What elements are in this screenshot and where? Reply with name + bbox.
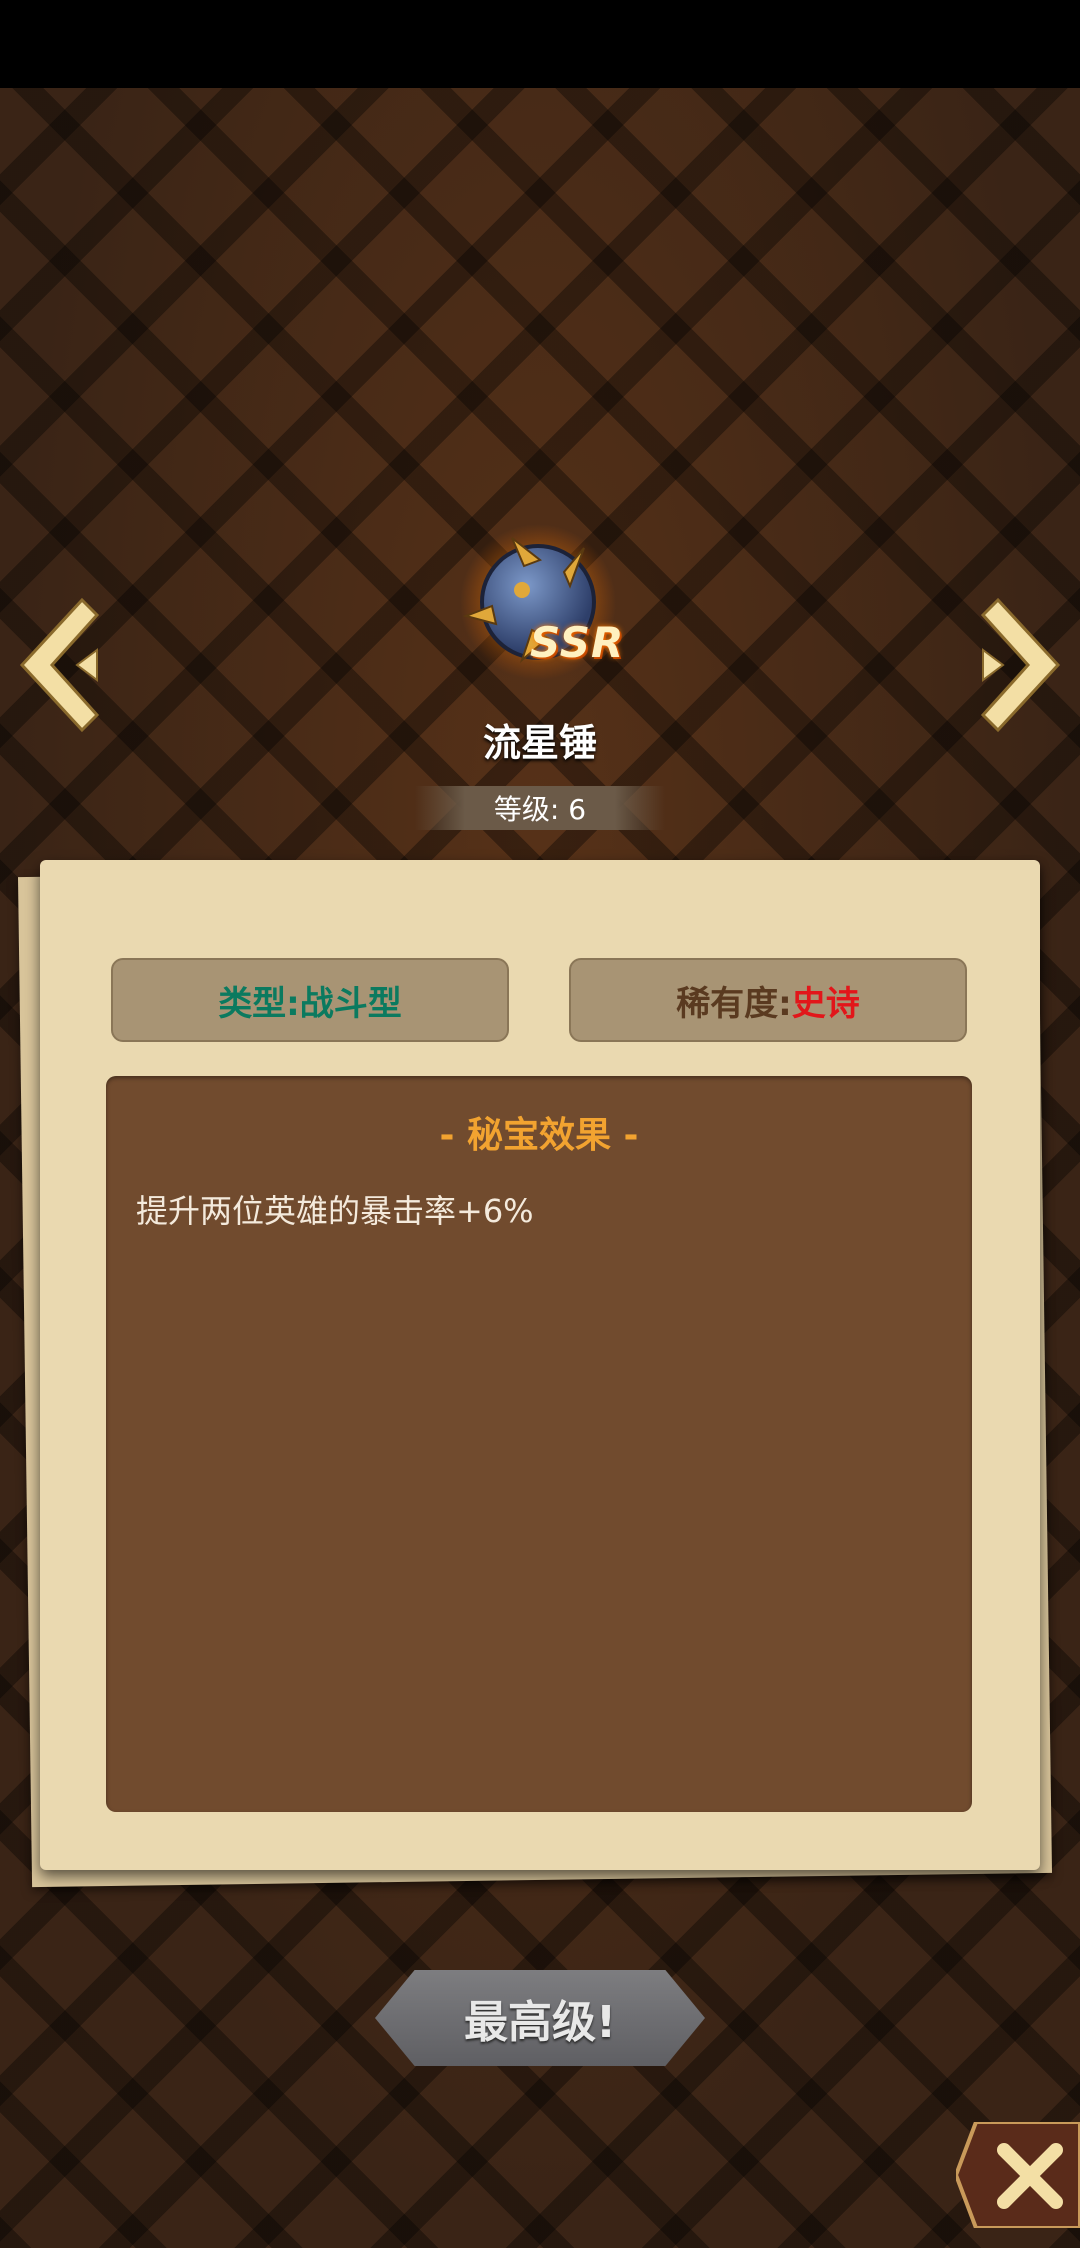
item-name: 流星锤 <box>482 721 597 765</box>
rarity-value: 史诗 <box>791 983 860 1024</box>
type-value: 战斗型 <box>299 983 402 1024</box>
close-button[interactable] <box>953 2120 1080 2230</box>
rarity-tag: 稀有度: 史诗 <box>569 958 967 1042</box>
type-label: 类型: <box>218 983 300 1024</box>
level-bar: 等级: 6 <box>415 786 665 830</box>
rarity-label: 稀有度: <box>676 983 792 1024</box>
level-text: 等级: 6 <box>493 793 587 826</box>
effect-text: 提升两位英雄的暴击率+6% <box>136 1192 534 1230</box>
type-tag: 类型: 战斗型 <box>111 958 509 1042</box>
effect-title: - 秘宝效果 - <box>439 1115 639 1156</box>
max-level-label: 最高级! <box>463 1997 617 2048</box>
close-icon <box>953 2120 1080 2230</box>
max-level-button[interactable]: 最高级! <box>375 1970 705 2066</box>
rarity-badge: SSR <box>530 618 625 667</box>
effect-box: - 秘宝效果 - 提升两位英雄的暴击率+6% <box>106 1076 972 1812</box>
status-bar <box>0 0 1080 88</box>
